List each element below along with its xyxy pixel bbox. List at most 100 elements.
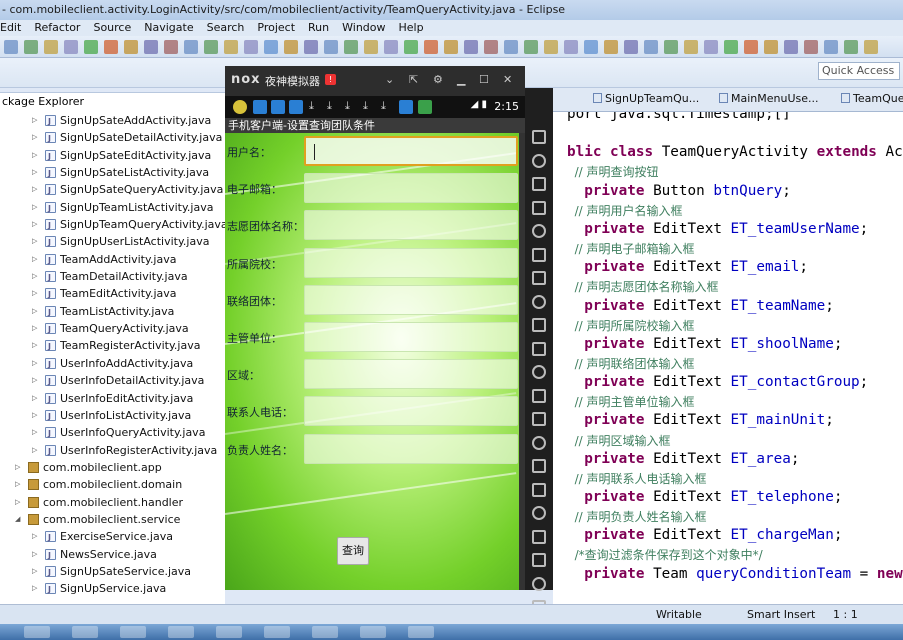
query-button[interactable]: 查询 — [337, 537, 369, 565]
expand-arrow-icon[interactable]: ▷ — [32, 580, 40, 597]
expand-arrow-icon[interactable]: ▷ — [32, 268, 40, 285]
expand-arrow-icon[interactable]: ▷ — [32, 285, 40, 302]
package-node[interactable]: ▷ com.mobileclient.domain — [0, 476, 225, 493]
taskbar-app-icon[interactable] — [24, 626, 50, 638]
toolbar-button-icon[interactable] — [804, 40, 818, 54]
toolbar-button-icon[interactable] — [44, 40, 58, 54]
emulator-tool-icon[interactable] — [532, 200, 546, 215]
emulator-tool-icon[interactable] — [532, 529, 546, 544]
toolbar-button-icon[interactable] — [364, 40, 378, 54]
code-editor[interactable]: port java.sql.Timestamp;[] blic class Tea… — [553, 112, 903, 604]
package-node[interactable]: ▷ com.mobileclient.handler — [0, 494, 225, 511]
toolbar-button-icon[interactable] — [584, 40, 598, 54]
taskbar-app-icon[interactable] — [120, 626, 146, 638]
expand-arrow-icon[interactable]: ▷ — [32, 320, 40, 337]
toolbar-button-icon[interactable] — [864, 40, 878, 54]
text-input[interactable] — [304, 359, 518, 390]
java-file-node[interactable]: ▷ UserInfoAddActivity.java — [0, 355, 225, 373]
menu-item-project[interactable]: Project — [257, 20, 295, 36]
expand-arrow-icon[interactable]: ▷ — [15, 459, 23, 476]
java-file-node[interactable]: ▷ SignUpSateEditActivity.java — [0, 147, 225, 165]
expand-arrow-icon[interactable]: ▷ — [32, 442, 40, 459]
toolbar-button-icon[interactable] — [664, 40, 678, 54]
toolbar-button-icon[interactable] — [744, 40, 758, 54]
expand-arrow-icon[interactable]: ◢ — [15, 511, 23, 528]
emulator-tool-icon[interactable] — [532, 130, 546, 144]
java-file-node[interactable]: ▷ SignUpUserListActivity.java — [0, 233, 225, 251]
menu-item-run[interactable]: Run — [308, 20, 329, 36]
toolbar-button-icon[interactable] — [724, 40, 738, 54]
toolbar-button-icon[interactable] — [704, 40, 718, 54]
editor-tab-active[interactable]: TeamQuer — [841, 92, 903, 105]
emulator-tool-icon[interactable] — [532, 388, 546, 403]
emulator-tool-icon[interactable] — [532, 506, 546, 520]
expand-arrow-icon[interactable]: ▷ — [32, 147, 40, 164]
expand-arrow-icon[interactable]: ▷ — [32, 199, 40, 216]
toolbar-button-icon[interactable] — [764, 40, 778, 54]
taskbar-app-icon[interactable] — [168, 626, 194, 638]
expand-arrow-icon[interactable]: ▷ — [32, 112, 40, 129]
expand-arrow-icon[interactable]: ▷ — [32, 181, 40, 198]
minimize-icon[interactable]: ▁ — [457, 73, 465, 86]
emulator-tool-icon[interactable] — [532, 576, 546, 591]
expand-arrow-icon[interactable]: ▷ — [32, 563, 40, 580]
toolbar-button-icon[interactable] — [64, 40, 78, 54]
toolbar-button-icon[interactable] — [4, 40, 18, 54]
emulator-tool-icon[interactable] — [532, 271, 546, 285]
toolbar-button-icon[interactable] — [104, 40, 118, 54]
java-file-node[interactable]: ▷ TeamListActivity.java — [0, 303, 225, 321]
expand-arrow-icon[interactable]: ▷ — [15, 494, 23, 511]
taskbar-app-icon[interactable] — [312, 626, 338, 638]
java-file-node[interactable]: ▷ SignUpSateQueryActivity.java — [0, 181, 225, 199]
toolbar-button-icon[interactable] — [484, 40, 498, 54]
text-input[interactable] — [304, 247, 518, 278]
expand-arrow-icon[interactable]: ▷ — [32, 251, 40, 268]
gear-icon[interactable]: ⚙ — [433, 73, 443, 86]
menu-item-source[interactable]: Source — [93, 20, 131, 36]
java-file-node[interactable]: ▷ SignUpSateAddActivity.java — [0, 112, 225, 130]
expand-arrow-icon[interactable]: ▷ — [15, 476, 23, 493]
expand-arrow-icon[interactable]: ▷ — [32, 164, 40, 181]
expand-arrow-icon[interactable]: ▷ — [32, 216, 40, 233]
java-file-node[interactable]: ▷ SignUpSateListActivity.java — [0, 164, 225, 182]
java-file-node[interactable]: ▷ TeamAddActivity.java — [0, 251, 225, 269]
emulator-tool-icon[interactable] — [532, 153, 546, 168]
toolbar-button-icon[interactable] — [684, 40, 698, 54]
text-input[interactable] — [304, 210, 518, 241]
toolbar-button-icon[interactable] — [624, 40, 638, 54]
expand-arrow-icon[interactable]: ▷ — [32, 407, 40, 424]
toolbar-button-icon[interactable] — [284, 40, 298, 54]
java-file-node[interactable]: ▷ NewsService.java — [0, 546, 225, 564]
chevron-down-icon[interactable]: ⌄ — [385, 73, 394, 86]
expand-arrow-icon[interactable]: ▷ — [32, 546, 40, 563]
toolbar-button-icon[interactable] — [164, 40, 178, 54]
expand-arrow-icon[interactable]: ▷ — [32, 424, 40, 441]
package-node[interactable]: ◢ com.mobileclient.service — [0, 511, 225, 528]
text-input[interactable] — [304, 433, 518, 464]
toolbar-button-icon[interactable] — [244, 40, 258, 54]
expand-arrow-icon[interactable]: ▷ — [32, 129, 40, 146]
toolbar-button-icon[interactable] — [604, 40, 618, 54]
java-file-node[interactable]: ▷ SignUpService.java — [0, 580, 225, 598]
menu-item-help[interactable]: Help — [399, 20, 424, 36]
toolbar-button-icon[interactable] — [404, 40, 418, 54]
emulator-tool-icon[interactable] — [532, 459, 546, 473]
taskbar-app-icon[interactable] — [216, 626, 242, 638]
menu-item-navigate[interactable]: Navigate — [144, 20, 193, 36]
editor-tab[interactable]: SignUpTeamQu... — [593, 92, 699, 105]
expand-arrow-icon[interactable]: ▷ — [32, 528, 40, 545]
toolbar-button-icon[interactable] — [264, 40, 278, 54]
toolbar-button-icon[interactable] — [344, 40, 358, 54]
java-file-node[interactable]: ▷ UserInfoListActivity.java — [0, 407, 225, 425]
expand-arrow-icon[interactable]: ▷ — [32, 303, 40, 320]
toolbar-button-icon[interactable] — [464, 40, 478, 54]
toolbar-button-icon[interactable] — [124, 40, 138, 54]
menu-item-edit[interactable]: Edit — [0, 20, 21, 36]
emulator-scrollbar[interactable] — [519, 133, 525, 590]
close-icon[interactable]: ✕ — [503, 73, 512, 86]
java-file-node[interactable]: ▷ UserInfoDetailActivity.java — [0, 372, 225, 390]
toolbar-button-icon[interactable] — [784, 40, 798, 54]
java-file-node[interactable]: ▷ TeamEditActivity.java — [0, 285, 225, 303]
java-file-node[interactable]: ▷ TeamDetailActivity.java — [0, 268, 225, 286]
emulator-tool-icon[interactable] — [532, 435, 546, 450]
